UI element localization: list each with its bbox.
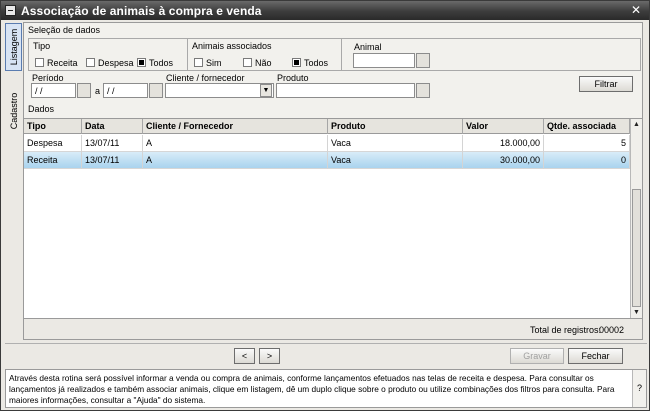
animais-nao-label: Não — [255, 58, 272, 68]
table-row[interactable]: Despesa 13/07/11 A Vaca 18.000,00 5 — [24, 135, 630, 152]
periodo-start-calendar-button[interactable] — [77, 83, 91, 98]
data-grid: Tipo Data Cliente / Fornecedor Produto V… — [24, 118, 642, 319]
produto-input[interactable] — [276, 83, 415, 98]
periodo-label: Período — [32, 73, 64, 83]
title-bar: Associação de animais à compra e venda ✕ — [1, 1, 649, 20]
grid-footer: Total de registros: 00002 — [24, 318, 642, 339]
chevron-down-icon[interactable]: ▼ — [260, 84, 272, 97]
tab-listagem[interactable]: Listagem — [5, 23, 22, 71]
grid-vertical-scrollbar[interactable]: ▲ ▼ — [630, 119, 642, 319]
vertical-tabs: Listagem Cadastro — [5, 23, 22, 341]
cell-data: 13/07/11 — [82, 152, 143, 169]
tipo-receita-checkbox[interactable] — [35, 58, 44, 67]
cliente-select[interactable] — [165, 83, 274, 98]
cell-produto: Vaca — [328, 152, 463, 169]
cell-qtde: 5 — [544, 135, 630, 152]
cell-cliente: A — [143, 135, 328, 152]
action-bar: < > Gravar Fechar — [5, 343, 647, 367]
cell-produto: Vaca — [328, 135, 463, 152]
cell-cliente: A — [143, 152, 328, 169]
scroll-up-icon[interactable]: ▲ — [631, 119, 642, 131]
col-qtde[interactable]: Qtde. associada — [544, 119, 630, 134]
col-cliente[interactable]: Cliente / Fornecedor — [143, 119, 328, 134]
prev-record-button[interactable]: < — [234, 348, 255, 364]
cell-data: 13/07/11 — [82, 135, 143, 152]
animais-todos-checkbox[interactable] — [292, 58, 301, 67]
cell-valor: 30.000,00 — [463, 152, 544, 169]
system-menu-icon[interactable] — [5, 5, 16, 16]
cell-qtde: 0 — [544, 152, 630, 169]
animais-group: Animais associados Sim Não Todos — [187, 38, 342, 71]
cliente-label: Cliente / fornecedor — [166, 73, 245, 83]
grid-title: Dados — [28, 104, 55, 114]
tipo-group: Tipo Receita Despesa Todos — [28, 38, 188, 71]
table-row-selected[interactable]: Receita 13/07/11 A Vaca 30.000,00 0 — [24, 152, 630, 169]
col-tipo[interactable]: Tipo — [24, 119, 82, 134]
next-record-button[interactable]: > — [259, 348, 280, 364]
periodo-end-input[interactable]: / / — [103, 83, 148, 98]
periodo-end-calendar-button[interactable] — [149, 83, 163, 98]
help-text: Através desta rotina será possível infor… — [9, 373, 615, 405]
gravar-button[interactable]: Gravar — [510, 348, 564, 364]
selection-section-title: Seleção de dados — [28, 25, 101, 35]
tab-cadastro-label: Cadastro — [8, 92, 19, 130]
tipo-despesa-label: Despesa — [98, 58, 134, 68]
animal-input[interactable] — [353, 53, 415, 68]
listagem-panel: Seleção de dados Tipo Receita Despesa To… — [23, 22, 643, 340]
animais-todos-label: Todos — [304, 58, 329, 68]
animais-sim-label: Sim — [206, 58, 222, 68]
produto-search-button[interactable] — [416, 83, 430, 98]
total-records-value: 00002 — [599, 325, 625, 335]
filtrar-button[interactable]: Filtrar — [579, 76, 633, 92]
main-window: Associação de animais à compra e venda ✕… — [0, 0, 650, 411]
fechar-button[interactable]: Fechar — [568, 348, 623, 364]
cell-tipo: Receita — [24, 152, 82, 169]
tipo-todos-label: Todos — [149, 58, 174, 68]
tab-cadastro[interactable]: Cadastro — [5, 75, 22, 147]
close-icon[interactable]: ✕ — [629, 4, 643, 17]
tab-listagem-label: Listagem — [8, 28, 19, 66]
help-icon[interactable]: ? — [632, 370, 646, 407]
col-data[interactable]: Data — [82, 119, 143, 134]
grid-header: Tipo Data Cliente / Fornecedor Produto V… — [24, 119, 630, 134]
produto-label: Produto — [277, 73, 309, 83]
cell-valor: 18.000,00 — [463, 135, 544, 152]
cell-tipo: Despesa — [24, 135, 82, 152]
animal-search-button[interactable] — [416, 53, 430, 68]
tipo-label: Tipo — [33, 41, 51, 51]
animais-label: Animais associados — [192, 41, 272, 51]
tipo-despesa-checkbox[interactable] — [86, 58, 95, 67]
periodo-start-input[interactable]: / / — [31, 83, 76, 98]
periodo-separator: a — [95, 86, 101, 96]
animais-sim-checkbox[interactable] — [194, 58, 203, 67]
scroll-thumb[interactable] — [632, 189, 641, 307]
tipo-todos-checkbox[interactable] — [137, 58, 146, 67]
col-valor[interactable]: Valor — [463, 119, 544, 134]
animal-label: Animal — [354, 42, 382, 52]
tipo-receita-label: Receita — [47, 58, 78, 68]
window-title: Associação de animais à compra e venda — [21, 4, 262, 18]
col-produto[interactable]: Produto — [328, 119, 463, 134]
help-panel: Através desta rotina será possível infor… — [5, 369, 647, 408]
total-records-label: Total de registros: — [530, 325, 602, 335]
animais-nao-checkbox[interactable] — [243, 58, 252, 67]
